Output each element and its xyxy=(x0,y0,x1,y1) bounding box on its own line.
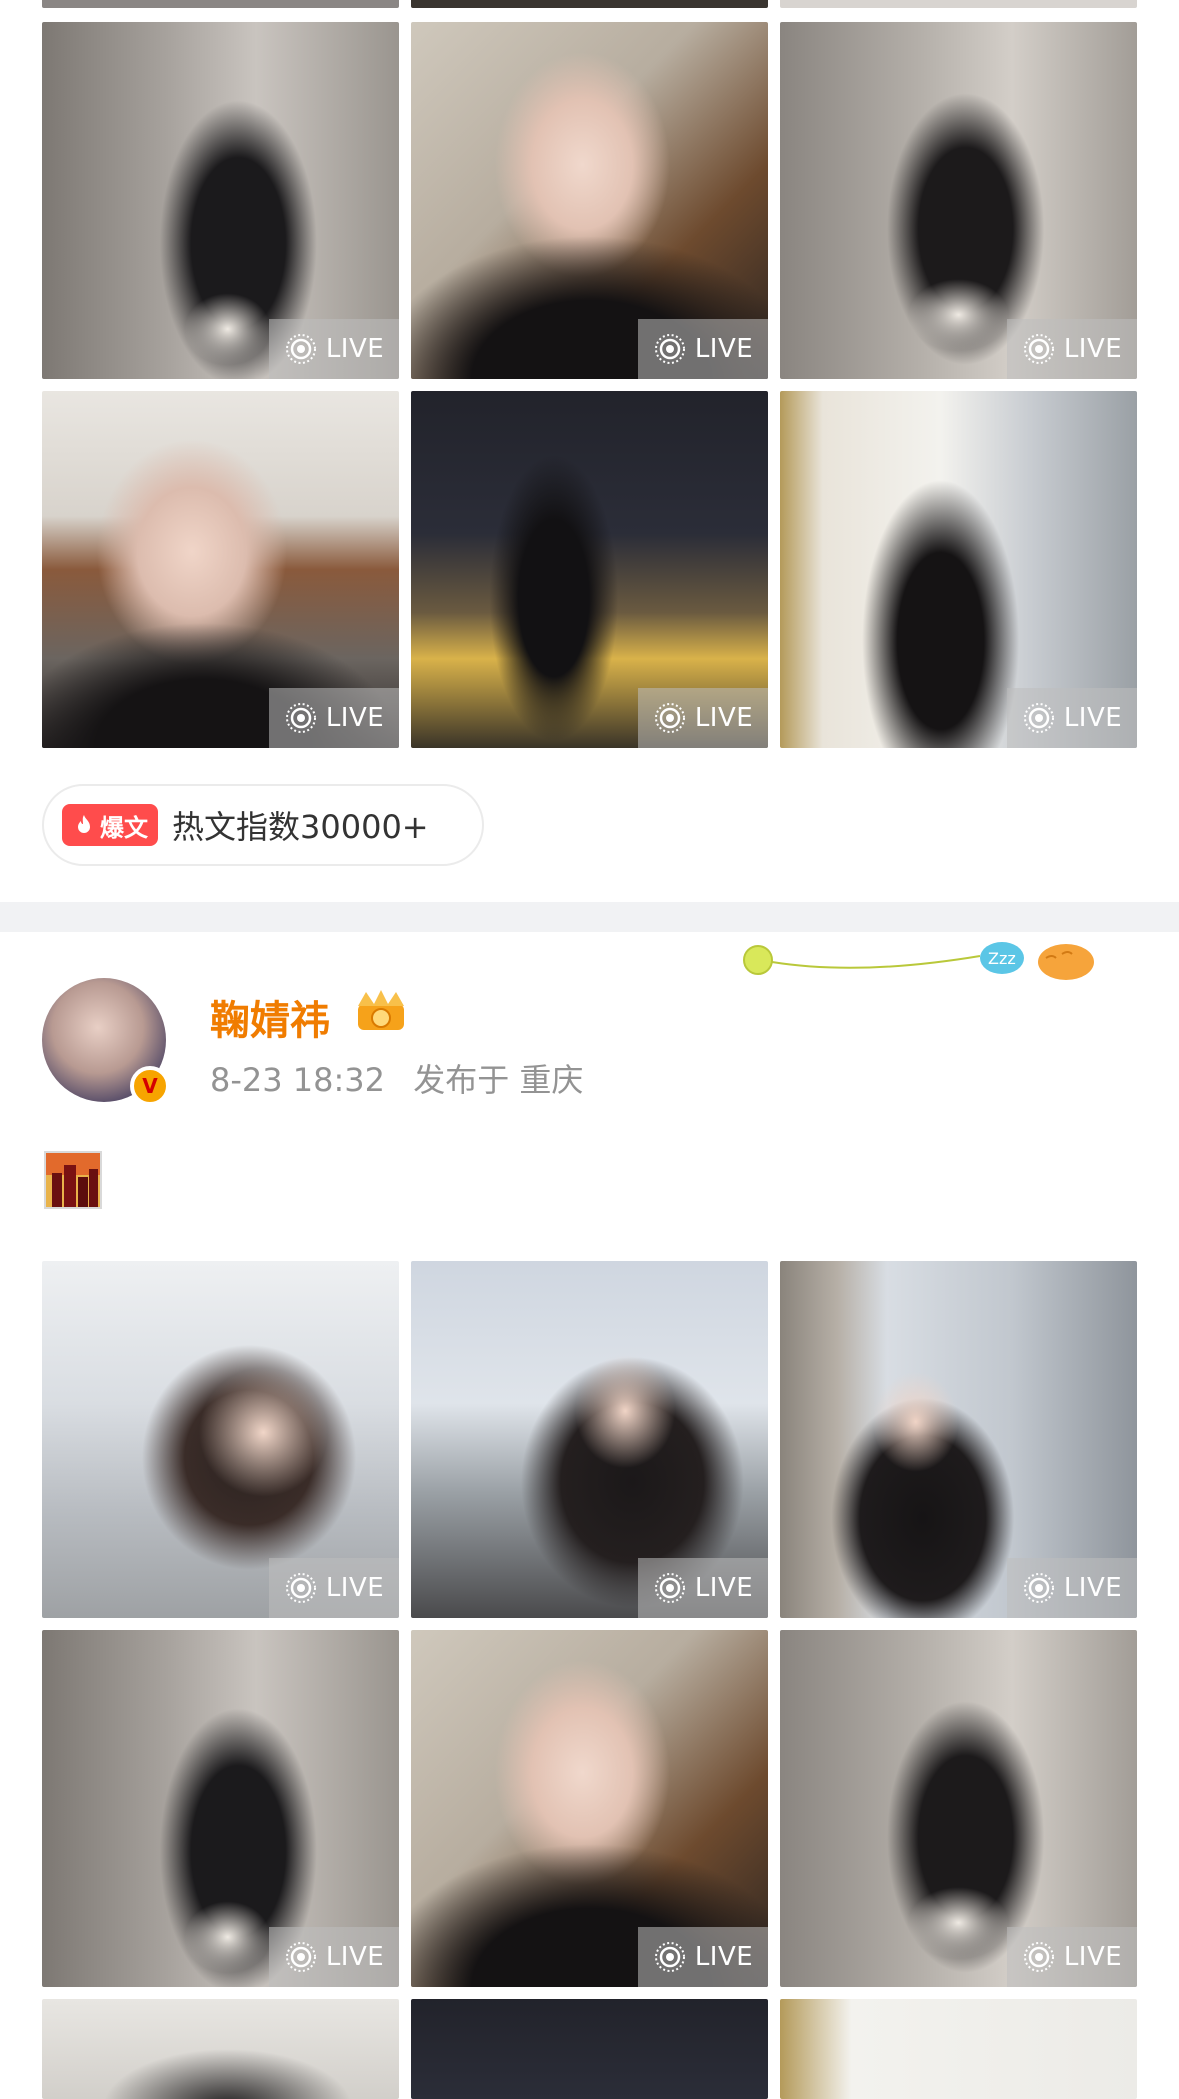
photo-tile[interactable]: LIVE xyxy=(411,22,768,379)
photo-tile[interactable]: LIVE xyxy=(42,1630,399,1987)
photo-tile[interactable] xyxy=(411,1999,768,2099)
photo-tile[interactable] xyxy=(780,1999,1137,2099)
photo-tile[interactable]: LIVE xyxy=(780,1261,1137,1618)
photo-tile[interactable]: LIVE xyxy=(780,391,1137,748)
live-photo-badge: LIVE xyxy=(638,1927,768,1987)
post-meta: 8-23 18:32 发布于 重庆 xyxy=(210,1055,601,1101)
live-photo-icon xyxy=(285,334,316,364)
post-divider xyxy=(0,902,1179,932)
live-label: LIVE xyxy=(694,1942,754,1972)
live-label: LIVE xyxy=(325,1573,385,1603)
live-photo-badge: LIVE xyxy=(1007,319,1137,379)
photo-tile[interactable]: LIVE xyxy=(42,22,399,379)
hot-badge-label: 爆文 xyxy=(100,813,148,842)
live-label: LIVE xyxy=(1063,703,1123,733)
photo-tile[interactable] xyxy=(780,0,1137,8)
live-label: LIVE xyxy=(694,334,754,364)
live-photo-icon xyxy=(1023,1573,1054,1603)
author-name[interactable]: 鞠婧祎 xyxy=(210,988,330,1046)
photo-tile[interactable]: LIVE xyxy=(411,1261,768,1618)
live-photo-badge: LIVE xyxy=(1007,688,1137,748)
vip-crown-icon xyxy=(358,990,404,1030)
photo-tile[interactable] xyxy=(42,0,399,8)
live-photo-icon xyxy=(285,703,316,733)
author-avatar[interactable]: V xyxy=(42,978,170,1106)
live-photo-badge: LIVE xyxy=(638,319,768,379)
live-photo-icon xyxy=(285,1942,316,1972)
live-photo-icon xyxy=(654,334,685,364)
live-photo-badge: LIVE xyxy=(638,1558,768,1618)
photo-tile[interactable]: LIVE xyxy=(780,1630,1137,1987)
hot-index-text: 热文指数30000+ xyxy=(172,808,429,846)
live-photo-badge: LIVE xyxy=(269,1927,399,1987)
photo-tile[interactable] xyxy=(42,1999,399,2099)
live-label: LIVE xyxy=(325,1942,385,1972)
live-photo-badge: LIVE xyxy=(1007,1927,1137,1987)
post-photo-grid: LIVE LIVE LIVE LIVE LIVE LIVE xyxy=(42,1261,1137,2099)
live-photo-icon xyxy=(1023,334,1054,364)
city-emoji-icon xyxy=(44,1151,102,1209)
hot-article-badge: 爆文 xyxy=(62,804,158,846)
live-photo-icon xyxy=(1023,703,1054,733)
live-label: LIVE xyxy=(1063,1573,1123,1603)
verified-badge-icon: V xyxy=(130,1066,170,1106)
live-photo-badge: LIVE xyxy=(269,1558,399,1618)
live-photo-icon xyxy=(654,1573,685,1603)
live-photo-badge: LIVE xyxy=(269,319,399,379)
previous-post-photo-grid-cut xyxy=(42,0,1137,8)
previous-post-photo-grid: LIVE LIVE LIVE LIVE LIVE LIVE xyxy=(42,22,1137,748)
post-location: 发布于 重庆 xyxy=(413,1061,584,1099)
flame-icon xyxy=(78,815,90,833)
sleeping-cat-pendant: Zzz xyxy=(743,942,1094,980)
live-label: LIVE xyxy=(325,703,385,733)
sleeping-cat-icon xyxy=(1038,944,1094,980)
live-photo-icon xyxy=(285,1573,316,1603)
photo-tile[interactable]: LIVE xyxy=(42,391,399,748)
live-label: LIVE xyxy=(1063,334,1123,364)
yarn-ball-icon xyxy=(743,945,773,975)
live-photo-icon xyxy=(654,1942,685,1972)
hot-article-index-tag[interactable]: 爆文 热文指数30000+ xyxy=(42,784,484,866)
zzz-text: Zzz xyxy=(988,949,1016,968)
live-label: LIVE xyxy=(1063,1942,1123,1972)
live-photo-badge: LIVE xyxy=(638,688,768,748)
photo-tile[interactable]: LIVE xyxy=(780,22,1137,379)
photo-tile[interactable] xyxy=(411,0,768,8)
live-photo-badge: LIVE xyxy=(1007,1558,1137,1618)
live-label: LIVE xyxy=(694,1573,754,1603)
live-photo-icon xyxy=(1023,1942,1054,1972)
post-time: 8-23 18:32 xyxy=(210,1061,386,1099)
live-photo-badge: LIVE xyxy=(269,688,399,748)
live-photo-icon xyxy=(654,703,685,733)
live-label: LIVE xyxy=(325,334,385,364)
photo-tile[interactable]: LIVE xyxy=(411,391,768,748)
photo-tile[interactable]: LIVE xyxy=(42,1261,399,1618)
photo-tile[interactable]: LIVE xyxy=(411,1630,768,1987)
live-label: LIVE xyxy=(694,703,754,733)
